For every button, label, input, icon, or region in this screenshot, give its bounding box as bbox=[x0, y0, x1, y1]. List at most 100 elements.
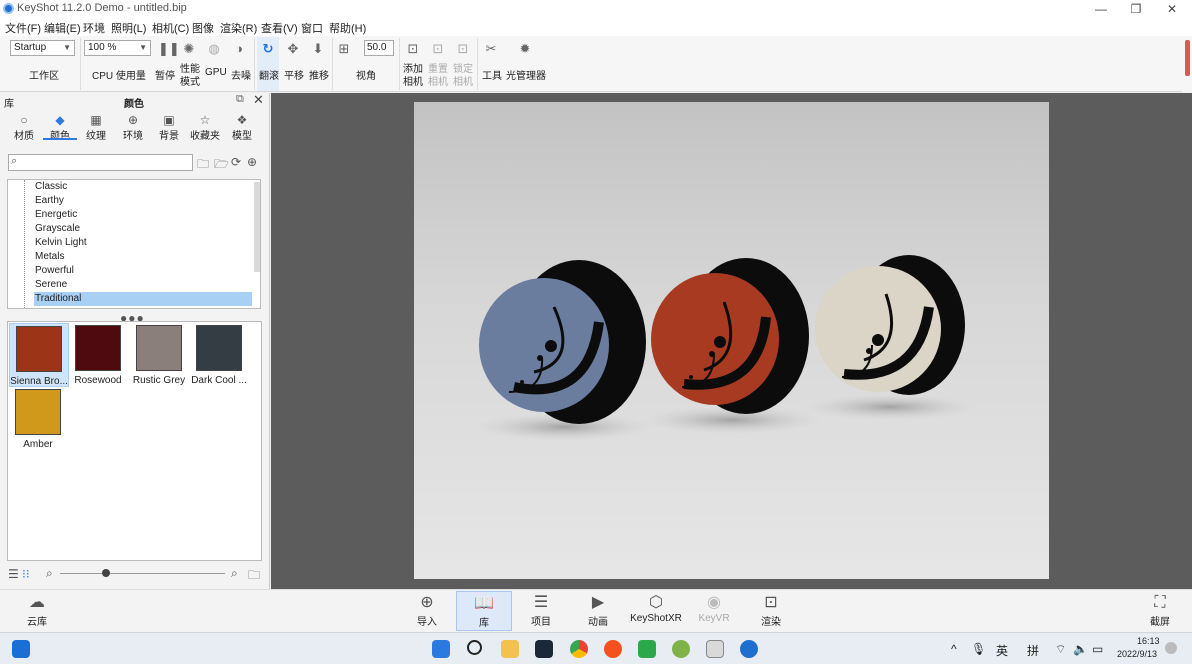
keyvr-button[interactable]: ◉ KeyVR bbox=[686, 593, 742, 624]
tumble-label[interactable]: 翻滚 bbox=[259, 67, 279, 82]
swatch-amber[interactable]: Amber bbox=[8, 389, 68, 450]
microphone-icon[interactable]: 🎙 bbox=[971, 642, 986, 656]
folder-remove-icon[interactable]: 🗁 bbox=[214, 155, 229, 176]
tree-item-classic[interactable]: Classic bbox=[34, 180, 252, 194]
toolbar-scrollbar-thumb[interactable] bbox=[1185, 40, 1190, 76]
app-icon[interactable] bbox=[672, 640, 690, 658]
menu-render[interactable]: 渲染(R) bbox=[220, 20, 257, 36]
workspace-dropdown[interactable]: Startup ▼ bbox=[10, 40, 75, 56]
gpu-label[interactable]: GPU bbox=[205, 67, 227, 78]
undock-icon[interactable]: ⧉ bbox=[236, 93, 244, 106]
denoise-icon[interactable]: ◑ bbox=[232, 42, 246, 56]
notification-icon[interactable] bbox=[1165, 642, 1177, 654]
menu-window[interactable]: 窗口 bbox=[301, 20, 323, 36]
tab-materials[interactable]: ○ 材质 bbox=[8, 113, 40, 142]
pan-icon[interactable]: ✥ bbox=[286, 42, 300, 56]
keyshot-taskbar-icon[interactable] bbox=[706, 640, 724, 658]
reset-camera-label-2[interactable]: 相机 bbox=[428, 73, 448, 88]
performance-mode-icon[interactable]: ✺ bbox=[182, 42, 196, 56]
cloud-library-button[interactable]: ☁ 云库 bbox=[9, 593, 65, 628]
file-explorer-icon[interactable] bbox=[501, 640, 519, 658]
tree-item-energetic[interactable]: Energetic bbox=[34, 208, 252, 222]
dolly-icon[interactable]: ⬇ bbox=[311, 42, 325, 56]
cpu-usage-dropdown[interactable]: 100 % ▼ bbox=[84, 40, 151, 56]
import-button[interactable]: ⊕ 导入 bbox=[399, 593, 455, 628]
swatch-sienna-brown[interactable]: Sienna Bro... bbox=[9, 323, 69, 387]
lock-camera-label-2[interactable]: 相机 bbox=[453, 73, 473, 88]
gpu-icon[interactable]: ◍ bbox=[207, 42, 221, 56]
reset-camera-icon[interactable]: ⊡ bbox=[431, 42, 445, 56]
messaging-icon[interactable] bbox=[638, 640, 656, 658]
restore-button[interactable]: ❐ bbox=[1118, 1, 1154, 17]
tumble-icon[interactable]: ↻ bbox=[261, 42, 275, 56]
tab-textures[interactable]: ▦ 纹理 bbox=[80, 113, 112, 142]
keyshot-app-icon[interactable] bbox=[740, 640, 758, 658]
render-canvas[interactable] bbox=[414, 102, 1049, 579]
tools-label[interactable]: 工具 bbox=[482, 67, 502, 82]
ime-pinyin-label[interactable]: 拼 bbox=[1027, 642, 1039, 659]
disc-object-red[interactable] bbox=[651, 258, 809, 414]
add-camera-label-2[interactable]: 相机 bbox=[403, 73, 423, 88]
swatch-dark-cool[interactable]: Dark Cool ... bbox=[189, 325, 249, 386]
tab-environments[interactable]: ⊕ 环境 bbox=[117, 113, 149, 142]
pause-icon[interactable]: ❚❚ bbox=[158, 42, 180, 56]
tree-item-powerful[interactable]: Powerful bbox=[34, 264, 252, 278]
tree-item-serene[interactable]: Serene bbox=[34, 278, 252, 292]
menu-view[interactable]: 查看(V) bbox=[261, 20, 298, 36]
menu-lighting[interactable]: 照明(L) bbox=[111, 20, 146, 36]
performance-mode-label-2[interactable]: 模式 bbox=[180, 73, 200, 88]
tree-item-traditional[interactable]: Traditional bbox=[34, 292, 252, 306]
menu-help[interactable]: 帮助(H) bbox=[329, 20, 366, 36]
grid-view-icon[interactable]: ⁝⁝ bbox=[22, 567, 30, 581]
folder-add-icon[interactable]: 🗀 bbox=[197, 155, 209, 176]
volume-icon[interactable]: 🔈 bbox=[1073, 642, 1088, 656]
disc-object-blue[interactable] bbox=[479, 260, 646, 424]
keyshotxr-button[interactable]: ⬡ KeyShotXR bbox=[628, 593, 684, 624]
close-panel-icon[interactable]: ✕ bbox=[253, 92, 264, 108]
add-camera-icon[interactable]: ⊡ bbox=[406, 42, 420, 56]
menu-camera[interactable]: 相机(C) bbox=[152, 20, 189, 36]
tree-item-kelvin-light[interactable]: Kelvin Light bbox=[34, 236, 252, 250]
ime-mode-label[interactable]: 英 bbox=[996, 642, 1008, 659]
wifi-icon[interactable]: ⌔ bbox=[1055, 642, 1066, 657]
menu-file[interactable]: 文件(F) bbox=[5, 20, 41, 36]
tree-scrollbar[interactable] bbox=[254, 182, 260, 272]
tree-item-grayscale[interactable]: Grayscale bbox=[34, 222, 252, 236]
light-manager-icon[interactable]: ✹ bbox=[518, 42, 532, 56]
list-view-icon[interactable]: ☰ bbox=[8, 567, 19, 581]
fov-input[interactable]: 50.0 bbox=[364, 40, 394, 56]
refresh-icon[interactable]: ⟳ bbox=[231, 155, 241, 169]
project-button[interactable]: ☰ 项目 bbox=[513, 593, 569, 628]
target-icon[interactable]: ⊕ bbox=[247, 155, 257, 169]
screenshot-button[interactable]: ⛶ 截屏 bbox=[1132, 593, 1188, 628]
library-search-input[interactable]: ⌕ bbox=[8, 154, 193, 171]
app-icon[interactable] bbox=[604, 640, 622, 658]
menu-edit[interactable]: 编辑(E) bbox=[44, 20, 81, 36]
steam-icon[interactable] bbox=[535, 640, 553, 658]
zoom-out-icon[interactable]: ⌕ bbox=[46, 566, 53, 581]
zoom-in-icon[interactable]: ⌕ bbox=[231, 566, 238, 581]
battery-icon[interactable]: ▭ bbox=[1092, 642, 1103, 656]
tools-icon[interactable]: ✂ bbox=[484, 42, 498, 56]
clock-date[interactable]: 2022/9/13 bbox=[1117, 649, 1157, 659]
field-of-view-icon[interactable]: ⊞ bbox=[337, 42, 351, 56]
search-icon[interactable] bbox=[467, 640, 482, 655]
menu-environment[interactable]: 环境 bbox=[83, 20, 105, 36]
windows-start-icon[interactable] bbox=[12, 640, 30, 658]
clock-time[interactable]: 16:13 bbox=[1137, 636, 1160, 646]
minimize-button[interactable]: — bbox=[1083, 1, 1119, 17]
lock-camera-icon[interactable]: ⊡ bbox=[456, 42, 470, 56]
swatch-rustic-grey[interactable]: Rustic Grey bbox=[129, 325, 189, 386]
denoise-label[interactable]: 去噪 bbox=[231, 67, 251, 82]
folder-icon[interactable]: 🗀 bbox=[248, 566, 260, 587]
slider-handle[interactable] bbox=[102, 569, 110, 577]
close-button[interactable]: ✕ bbox=[1154, 1, 1190, 17]
light-manager-label[interactable]: 光管理器 bbox=[506, 67, 546, 82]
dolly-label[interactable]: 推移 bbox=[309, 67, 329, 82]
animation-button[interactable]: ▶ 动画 bbox=[570, 593, 626, 628]
tree-item-earthy[interactable]: Earthy bbox=[34, 194, 252, 208]
library-button[interactable]: 📖 库 bbox=[456, 591, 512, 631]
pan-label[interactable]: 平移 bbox=[284, 67, 304, 82]
chevron-up-icon[interactable]: ^ bbox=[951, 642, 957, 656]
thumbnail-size-slider[interactable] bbox=[60, 573, 225, 574]
